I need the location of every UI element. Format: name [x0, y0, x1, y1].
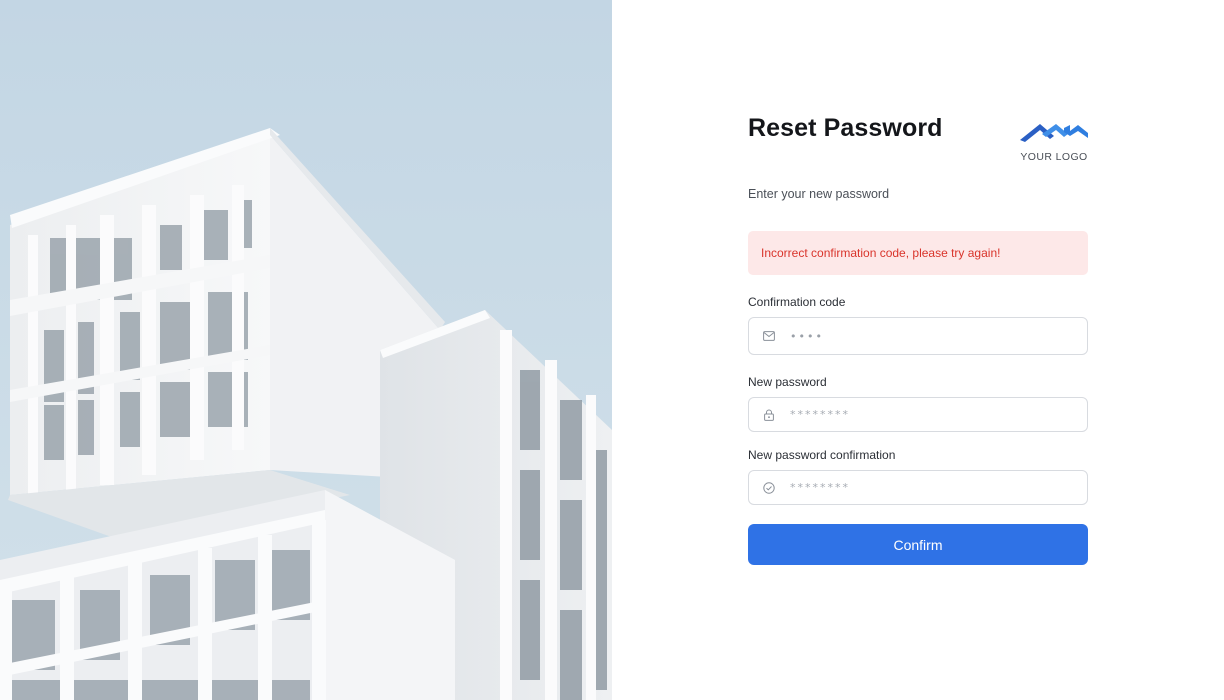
- new-password-confirmation-input[interactable]: [788, 480, 1087, 495]
- reset-password-page: Reset Password YOUR LOGO Enter your new …: [0, 0, 1224, 700]
- confirmation-code-input[interactable]: [788, 328, 1087, 344]
- logo-text: YOUR LOGO: [1020, 151, 1088, 163]
- page-title: Reset Password: [748, 114, 943, 142]
- confirm-button[interactable]: Confirm: [748, 524, 1088, 565]
- new-password-confirmation-label: New password confirmation: [748, 448, 896, 462]
- new-password-input[interactable]: [788, 407, 1087, 422]
- check-circle-icon: [762, 481, 776, 495]
- logo-house-icon: [1020, 122, 1088, 149]
- new-password-field[interactable]: [748, 397, 1088, 432]
- new-password-confirmation-field[interactable]: [748, 470, 1088, 505]
- logo: YOUR LOGO: [1020, 122, 1088, 163]
- error-message: Incorrect confirmation code, please try …: [761, 246, 1001, 260]
- header-row: Reset Password YOUR LOGO: [748, 110, 1088, 163]
- new-password-label: New password: [748, 375, 827, 389]
- reset-password-form: Reset Password YOUR LOGO Enter your new …: [748, 110, 1088, 565]
- lock-icon: [762, 408, 776, 422]
- confirmation-code-field[interactable]: [748, 317, 1088, 355]
- mail-icon: [762, 329, 776, 343]
- confirmation-code-label: Confirmation code: [748, 295, 846, 309]
- error-alert: Incorrect confirmation code, please try …: [748, 231, 1088, 275]
- page-subtitle: Enter your new password: [748, 187, 890, 201]
- form-panel: Reset Password YOUR LOGO Enter your new …: [612, 0, 1224, 700]
- building-photo: [0, 0, 612, 700]
